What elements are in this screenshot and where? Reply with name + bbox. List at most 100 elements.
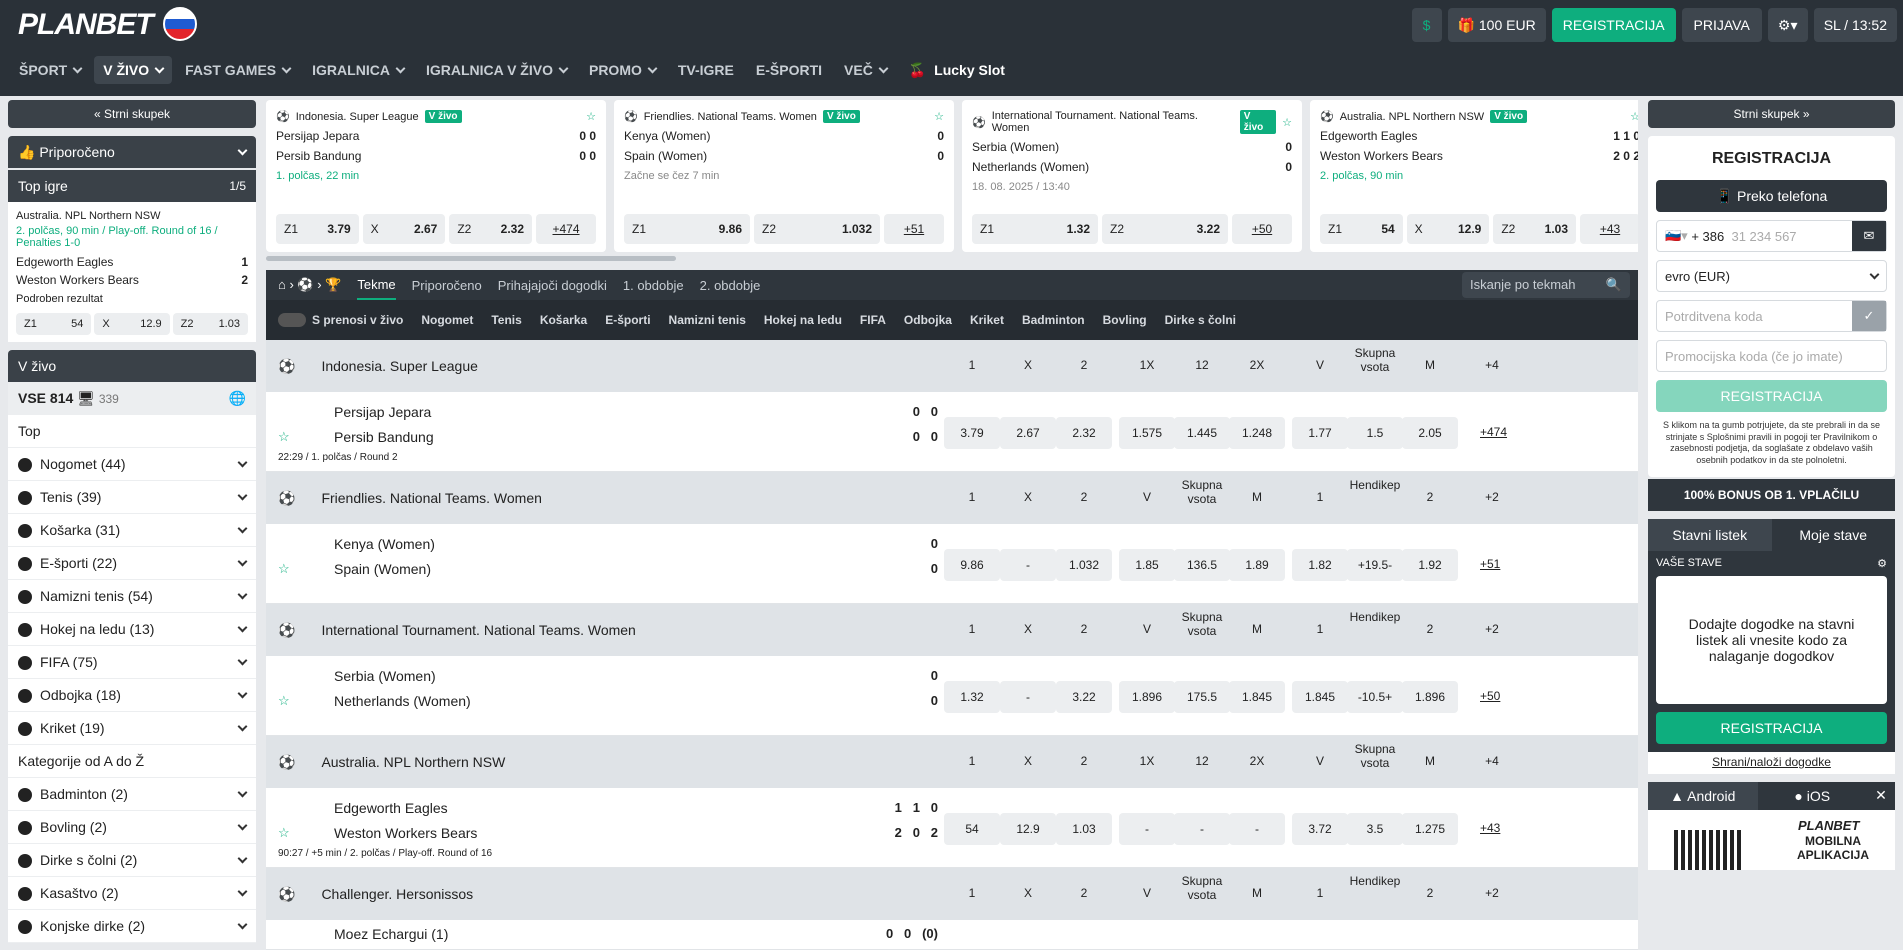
odd-button[interactable]: 1.32	[944, 681, 1000, 713]
market-header[interactable]: +2	[1462, 490, 1522, 504]
bonus-banner[interactable]: 100% BONUS OB 1. VPLAČILU	[1648, 478, 1895, 511]
nav-casino[interactable]: IGRALNICA	[303, 56, 413, 84]
league-name[interactable]: Friendlies. National Teams. Women	[321, 490, 541, 506]
odd-button[interactable]: 3.5	[1347, 813, 1403, 845]
sidebar-az-item[interactable]: Bovling (2)	[8, 811, 256, 844]
odd-button[interactable]: -	[1119, 813, 1175, 845]
star-icon[interactable]: ☆	[278, 693, 290, 709]
star-icon[interactable]: ☆	[278, 561, 290, 577]
odd-button[interactable]: 1.92	[1402, 549, 1458, 581]
star-icon[interactable]: ☆	[278, 429, 290, 445]
market-header[interactable]: +2	[1462, 622, 1522, 636]
card-odd-button[interactable]: Z2 1.03	[1493, 214, 1577, 244]
odd-button[interactable]: 1.03	[1056, 813, 1112, 845]
sport-filter[interactable]: FIFA	[860, 313, 886, 327]
more-markets-link[interactable]: +50	[1480, 689, 1500, 703]
odd-button[interactable]: 1.85	[1119, 549, 1175, 581]
more-markets-link[interactable]: +474	[536, 214, 597, 244]
sport-filter[interactable]: Dirke s čolni	[1165, 313, 1236, 327]
nav-more[interactable]: VEČ	[835, 56, 896, 84]
odd-button[interactable]: 1.89	[1229, 549, 1285, 581]
odd-button[interactable]: 2.67	[1000, 417, 1056, 449]
save-load-link[interactable]: Shrani/naloži dogodke	[1648, 751, 1895, 774]
sport-filter[interactable]: E-športi	[605, 313, 650, 327]
cards-scrollbar[interactable]	[266, 256, 676, 261]
nav-live[interactable]: V ŽIVO	[94, 56, 173, 84]
locale-button[interactable]: SL / 13:52	[1813, 8, 1897, 42]
sport-filter[interactable]: Badminton	[1022, 313, 1085, 327]
sidebar-sport-item[interactable]: Košarka (31)	[8, 514, 256, 547]
card-odd-button[interactable]: X 2.67	[362, 214, 446, 244]
odd-button[interactable]: 9.86	[944, 549, 1000, 581]
tab-period1[interactable]: 1. obdobje	[623, 278, 684, 293]
nav-sport[interactable]: ŠPORT	[10, 56, 90, 84]
odd-button[interactable]: 1.275	[1402, 813, 1458, 845]
event-row[interactable]: Edgeworth Eagles Weston Workers Bears ☆ 1 1…	[266, 788, 1638, 868]
card-odd-button[interactable]: Z1 1.32	[972, 214, 1098, 244]
odd-button[interactable]: 1.445	[1174, 417, 1230, 449]
tab-matches[interactable]: Tekme	[357, 271, 396, 300]
phone-field[interactable]: 🇸🇮▾ + 386 31 234 567 ✉	[1656, 220, 1887, 252]
recommended-header[interactable]: 👍 Priporočeno	[8, 136, 256, 168]
odd-button[interactable]: 1.5	[1347, 417, 1403, 449]
odd-button[interactable]: -	[1000, 681, 1056, 713]
top-games-pager[interactable]: 1/5	[229, 179, 246, 193]
odd-button[interactable]: 2.32	[1056, 417, 1112, 449]
odd-button[interactable]: -	[1229, 813, 1285, 845]
card-odd-button[interactable]: Z2 1.032	[754, 214, 880, 244]
detailed-score-link[interactable]: Podroben rezultat	[16, 293, 248, 305]
sidebar-sport-item[interactable]: E-športi (22)	[8, 547, 256, 580]
market-header[interactable]: +2	[1462, 886, 1522, 900]
confirm-code-field[interactable]: Potrditvena koda ✓	[1656, 300, 1887, 332]
league-name[interactable]: Australia. NPL Northern NSW	[321, 754, 505, 770]
close-icon[interactable]: ✕	[1867, 787, 1895, 804]
sidebar-sport-item[interactable]: FIFA (75)	[8, 646, 256, 679]
market-header[interactable]: +4	[1462, 358, 1522, 372]
odd-button[interactable]: 2.05	[1402, 417, 1458, 449]
registration-submit[interactable]: REGISTRACIJA	[1656, 380, 1887, 412]
live-event-card[interactable]: ⚽ Australia. NPL Northern NSW V živo ☆ Edgew…	[1310, 100, 1638, 252]
tab-android[interactable]: ▲ Android	[1648, 781, 1758, 810]
settings-button[interactable]: ⚙▾	[1767, 8, 1808, 42]
tab-upcoming[interactable]: Prihajajoči dogodki	[498, 278, 607, 293]
star-icon[interactable]: ☆	[586, 110, 596, 123]
collapse-left[interactable]: « Strni skupek	[8, 100, 256, 128]
league-name[interactable]: International Tournament. National Teams…	[321, 622, 635, 638]
sport-filter[interactable]: Hokej na ledu	[764, 313, 842, 327]
more-markets-link[interactable]: +51	[884, 214, 944, 244]
odd-x[interactable]: X 12.9	[94, 313, 170, 335]
send-icon[interactable]: ✉	[1852, 221, 1886, 251]
live-event-card[interactable]: ⚽ International Tournament. National Team…	[962, 100, 1302, 252]
odd-button[interactable]: -	[1174, 813, 1230, 845]
planbet-logo[interactable]: PLANBET	[18, 8, 154, 42]
register-button[interactable]: REGISTRACIJA	[1551, 8, 1676, 42]
league-name[interactable]: Indonesia. Super League	[321, 358, 477, 374]
odd-button[interactable]: 175.5	[1174, 681, 1230, 713]
event-row[interactable]: Kenya (Women) Spain (Women) ☆ 0 0 9.86-1.032 1…	[266, 524, 1638, 604]
odd-button[interactable]: -	[1000, 549, 1056, 581]
sport-filter[interactable]: Tenis	[491, 313, 521, 327]
sidebar-az-item[interactable]: Dirke s čolni (2)	[8, 844, 256, 877]
star-icon[interactable]: ☆	[1282, 116, 1292, 129]
collapse-right[interactable]: Strni skupek »	[1648, 100, 1895, 128]
more-markets-link[interactable]: +474	[1480, 425, 1507, 439]
star-icon[interactable]: ☆	[934, 110, 944, 123]
odd-button[interactable]: -10.5+	[1347, 681, 1403, 713]
tab-recommended[interactable]: Priporočeno	[412, 278, 482, 293]
odd-button[interactable]: 3.72	[1292, 813, 1348, 845]
promo-code-field[interactable]: Promocijska koda (če jo imate)	[1656, 340, 1887, 372]
live-event-card[interactable]: ⚽ Friendlies. National Teams. Women V živo…	[614, 100, 954, 252]
sidebar-sport-item[interactable]: Hokej na ledu (13)	[8, 613, 256, 646]
odd-button[interactable]: 1.575	[1119, 417, 1175, 449]
card-odd-button[interactable]: Z1 3.79	[276, 214, 359, 244]
card-odd-button[interactable]: Z2 3.22	[1102, 214, 1228, 244]
sidebar-az-item[interactable]: Kasaštvo (2)	[8, 877, 256, 910]
tab-period2[interactable]: 2. obdobje	[700, 278, 761, 293]
nav-live-casino[interactable]: IGRALNICA V ŽIVO	[417, 56, 576, 84]
card-odd-button[interactable]: Z1 54	[1320, 214, 1403, 244]
live-event-card[interactable]: ⚽ Indonesia. Super League V živo ☆ Persijap …	[266, 100, 606, 252]
odd-button[interactable]: 1.032	[1056, 549, 1112, 581]
search-input[interactable]: Iskanje po tekmah 🔍	[1462, 272, 1630, 298]
sidebar-sport-item[interactable]: Nogomet (44)	[8, 448, 256, 481]
tab-betslip[interactable]: Stavni listek	[1648, 518, 1772, 551]
